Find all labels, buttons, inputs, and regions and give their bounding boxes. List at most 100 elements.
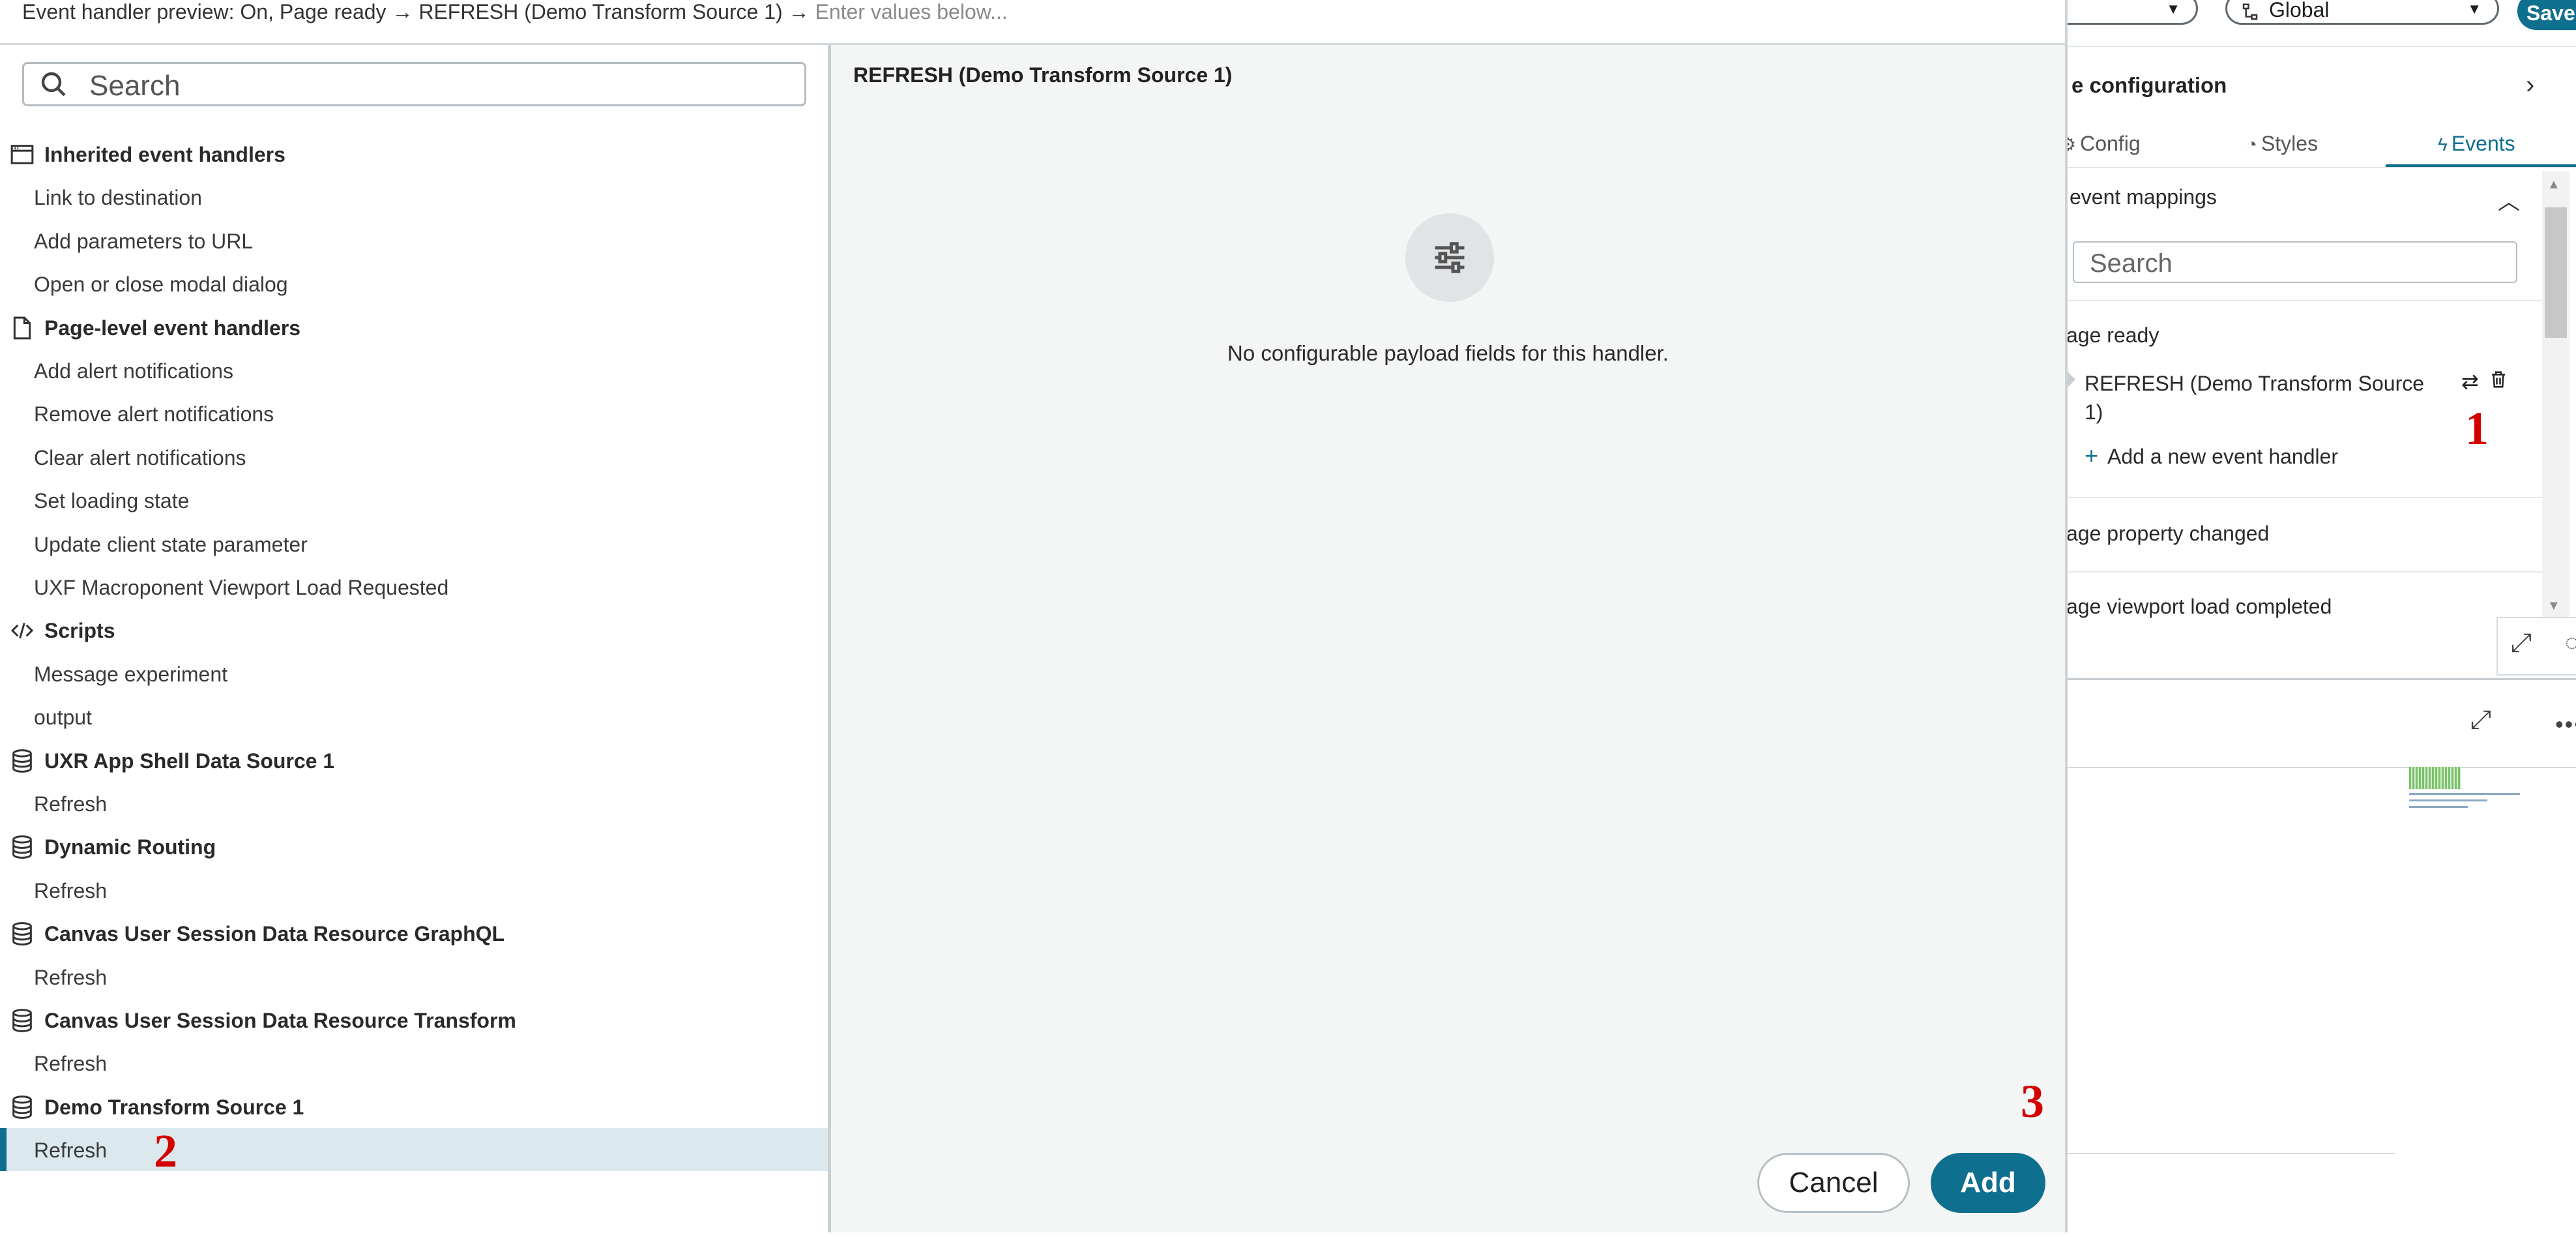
swap-icon[interactable]: ⇄ (2461, 369, 2479, 394)
database-icon (9, 834, 35, 860)
add-event-handler-modal: Event handler preview: On, Page ready → … (0, 0, 2068, 1232)
handler-list-item[interactable]: Update client state parameter (0, 522, 828, 565)
handler-group-header[interactable]: Demo Transform Source 1 (0, 1085, 828, 1128)
handler-list-item[interactable]: Open or close modal dialog (0, 262, 828, 305)
add-button[interactable]: Add (1931, 1153, 2045, 1213)
handler-group-header[interactable]: Scripts (0, 608, 828, 651)
chevron-up-icon[interactable]: ︿ (2498, 184, 2520, 216)
page-icon (9, 315, 35, 341)
scrollbar-thumb[interactable] (2545, 207, 2567, 338)
handler-item-label: UXF Macroponent Viewport Load Requested (34, 576, 449, 599)
handler-group-header[interactable]: Page-level event handlers (0, 306, 828, 349)
divider (2065, 571, 2547, 573)
palette-icon: ◔ (2246, 134, 2257, 155)
handler-list-item[interactable]: Clear alert notifications (0, 436, 828, 479)
handler-group-label: Inherited event handlers (44, 143, 285, 166)
handler-item-label: Clear alert notifications (34, 445, 246, 469)
expand-icon[interactable]: ⤢ (2511, 629, 2532, 658)
annotation-marker-1: 1 (2465, 402, 2489, 455)
handler-list-item[interactable]: Remove alert notifications (0, 392, 828, 435)
handler-list-item[interactable]: output (0, 695, 828, 738)
empty-state-message: No configurable payload fields for this … (1227, 341, 1669, 365)
scroll-down-icon[interactable]: ▼ (2547, 599, 2560, 614)
handler-item-label: Refresh (34, 1052, 108, 1076)
handler-list-item[interactable]: Refresh (0, 782, 828, 825)
database-icon (9, 1007, 35, 1034)
chevron-right-icon[interactable]: › (2526, 70, 2534, 100)
trash-icon[interactable] (2489, 369, 2508, 395)
divider (2065, 46, 2576, 47)
handler-list-item[interactable]: Refresh 2 (0, 1125, 828, 1177)
handler-list-item[interactable]: Message experiment (0, 652, 828, 695)
chevron-down-icon: ▼ (2166, 1, 2180, 17)
thumbnail-line (2409, 806, 2468, 808)
divider (2065, 678, 2576, 680)
annotation-marker-2: 2 (154, 1125, 177, 1178)
handler-group-header[interactable]: UXR App Shell Data Source 1 (0, 739, 828, 782)
add-event-handler-label: Add a new event handler (2107, 445, 2339, 468)
handler-list-item[interactable]: Add alert notifications (0, 349, 828, 392)
handler-item-label: Refresh (34, 965, 108, 989)
handler-list-item[interactable]: Set loading state (0, 479, 828, 522)
expand-icon[interactable]: ⤢ (2470, 706, 2491, 735)
empty-state-illustration (1405, 213, 1494, 302)
database-icon (9, 1094, 35, 1120)
save-button[interactable]: Save (2517, 0, 2576, 30)
more-options-icon[interactable]: ••• (2555, 711, 2576, 738)
handler-group-label: Scripts (44, 619, 115, 643)
tab-config-label: Config (2080, 132, 2141, 155)
handler-search-input[interactable]: Search (22, 62, 806, 106)
handler-list-item[interactable]: Refresh (0, 1041, 828, 1084)
scope-select[interactable]: Global ▼ (2225, 0, 2499, 25)
thumbnail-line (2409, 799, 2487, 801)
add-event-handler-link[interactable]: + Add a new event handler (2085, 442, 2338, 469)
preview-placeholder: Enter values below... (815, 0, 1008, 23)
handler-list-item[interactable]: UXF Macroponent Viewport Load Requested (0, 565, 828, 608)
tab-styles[interactable]: ◔ Styles (2246, 132, 2318, 156)
tab-config[interactable]: ⚙ Config (2060, 132, 2141, 156)
page-ready-event-label: age ready (2066, 323, 2159, 347)
plus-icon: + (2085, 442, 2099, 469)
preview-prefix: Event handler preview: (22, 0, 241, 23)
mapped-handler-item[interactable]: REFRESH (Demo Transform Source 1) (2085, 369, 2437, 426)
handler-list-item[interactable]: Refresh (0, 869, 828, 912)
handler-group-label: Canvas User Session Data Resource GraphQ… (44, 922, 505, 946)
tab-events-label: Events (2451, 132, 2515, 155)
handler-item-label: Remove alert notifications (34, 402, 274, 426)
handler-list-panel: Search Inherited event handlers Link to d… (0, 45, 828, 1232)
divider (2065, 497, 2547, 498)
property-changed-event-label[interactable]: age property changed (2066, 522, 2269, 546)
handler-group-header[interactable]: Canvas User Session Data Resource GraphQ… (0, 912, 828, 955)
code-icon (9, 618, 35, 644)
handler-group-label: Dynamic Routing (44, 835, 216, 859)
handler-group-label: UXR App Shell Data Source 1 (44, 749, 335, 773)
handler-group-header[interactable]: Dynamic Routing (0, 825, 828, 868)
handler-item-label: Set loading state (34, 489, 190, 513)
event-mappings-search-input[interactable]: Search (2073, 241, 2517, 283)
chevron-down-icon: ▼ (2467, 1, 2481, 17)
window-icon (9, 142, 35, 168)
handler-list-item[interactable]: Refresh (0, 955, 828, 998)
thumbnail-line (2409, 793, 2520, 795)
handler-config-panel: REFRESH (Demo Transform Source 1) No con… (831, 45, 2065, 1232)
handler-group-header[interactable]: Canvas User Session Data Resource Transf… (0, 998, 828, 1041)
preview-text: On, Page ready → REFRESH (Demo Transform… (240, 0, 815, 23)
cancel-button[interactable]: Cancel (1757, 1153, 1910, 1213)
info-icon[interactable]: ◌ (2565, 629, 2576, 656)
tab-events[interactable]: ϟ Events (2438, 132, 2515, 156)
handler-item-label: Open or close modal dialog (34, 273, 288, 297)
handler-group-header[interactable]: Inherited event handlers (0, 132, 828, 175)
handler-list-item[interactable]: Add parameters to URL (0, 219, 828, 262)
handler-item-label: output (34, 706, 92, 730)
handler-list-item[interactable]: Link to destination (0, 175, 828, 218)
scroll-up-icon[interactable]: ▲ (2547, 177, 2560, 192)
panel-toolbar (2496, 617, 2576, 676)
handler-item-label: Refresh (34, 792, 108, 816)
tab-styles-label: Styles (2261, 132, 2319, 155)
screen: ▼ Global ▼ Save e configuration › ⚙ Confi… (0, 0, 2576, 1237)
handler-group-label: Page-level event handlers (44, 316, 301, 340)
config-section-title: e configuration (2071, 73, 2227, 97)
divider (2065, 300, 2547, 301)
handler-item-label: Add parameters to URL (34, 229, 254, 253)
viewport-loaded-event-label[interactable]: age viewport load completed (2066, 595, 2332, 619)
